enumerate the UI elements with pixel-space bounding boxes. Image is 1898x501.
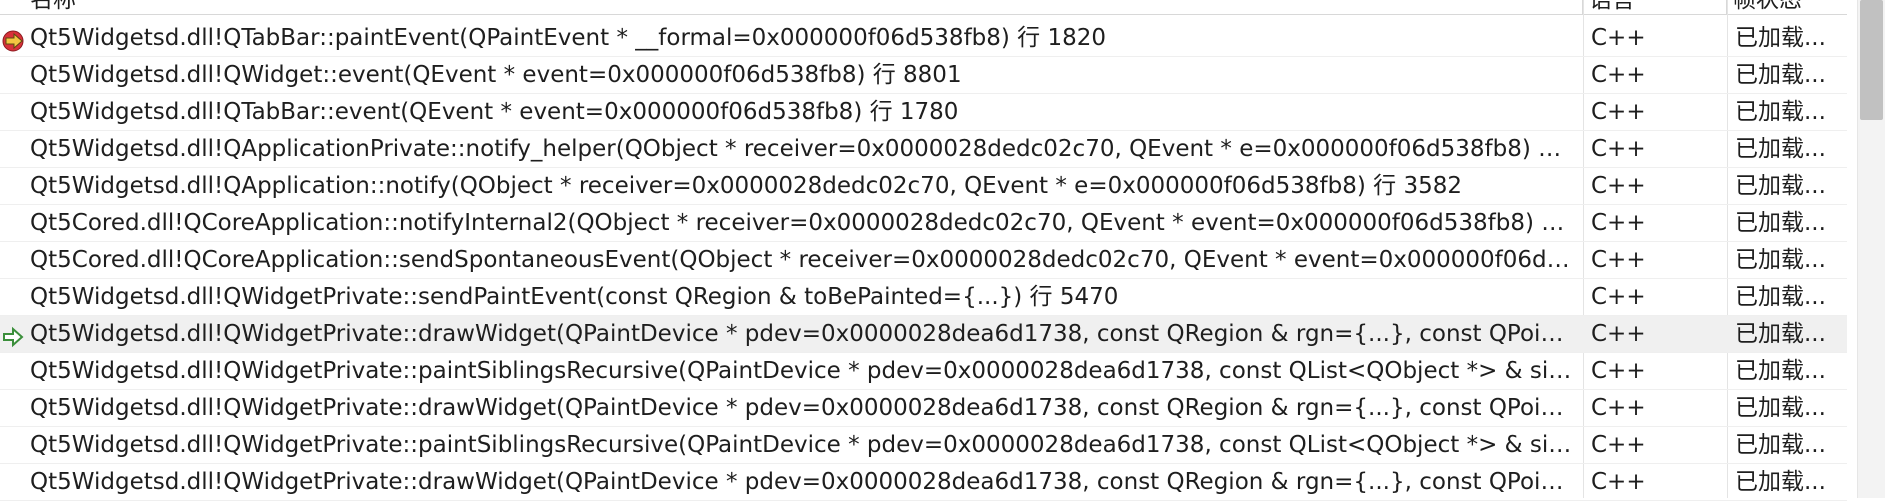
call-stack-window: 名称 语言 帧状态 Qt5Widgetsd.dll!QTabBar::paint…	[0, 0, 1898, 501]
frame-indicator	[0, 353, 30, 389]
call-stack-frame-row[interactable]: Qt5Widgetsd.dll!QWidgetPrivate::drawWidg…	[0, 464, 1847, 501]
frame-name: Qt5Widgetsd.dll!QWidgetPrivate::paintSib…	[30, 358, 1583, 384]
frame-name: Qt5Widgetsd.dll!QApplication::notify(QOb…	[30, 173, 1462, 199]
frame-indicator	[0, 427, 30, 463]
frame-status: 已加载...	[1735, 321, 1826, 347]
frame-name: Qt5Widgetsd.dll!QWidgetPrivate::drawWidg…	[30, 321, 1583, 347]
frame-status: 已加载...	[1735, 210, 1826, 236]
frame-indicator	[0, 316, 30, 352]
caller-arrow-icon	[2, 323, 26, 348]
column-header-language[interactable]: 语言	[1583, 0, 1727, 14]
scrollbar-thumb[interactable]	[1860, 0, 1883, 120]
frame-language: C++	[1591, 136, 1646, 162]
frame-status: 已加载...	[1735, 469, 1826, 495]
column-header-frame-status[interactable]: 帧状态	[1727, 0, 1847, 14]
frame-indicator	[0, 279, 30, 315]
frame-name: Qt5Widgetsd.dll!QWidgetPrivate::sendPain…	[30, 284, 1119, 310]
frame-language: C++	[1591, 173, 1646, 199]
frame-name: Qt5Widgetsd.dll!QWidgetPrivate::drawWidg…	[30, 395, 1583, 421]
frame-name: Qt5Widgetsd.dll!QApplicationPrivate::not…	[30, 136, 1583, 162]
frame-language: C++	[1591, 247, 1646, 273]
current-instruction-arrow-icon	[2, 27, 26, 52]
frame-status: 已加载...	[1735, 99, 1826, 125]
call-stack-frame-row[interactable]: Qt5Widgetsd.dll!QWidgetPrivate::paintSib…	[0, 353, 1847, 390]
frame-status: 已加载...	[1735, 395, 1826, 421]
call-stack-frame-row[interactable]: Qt5Cored.dll!QCoreApplication::sendSpont…	[0, 242, 1847, 279]
call-stack-frame-row[interactable]: Qt5Widgetsd.dll!QWidgetPrivate::sendPain…	[0, 279, 1847, 316]
call-stack-frame-row[interactable]: Qt5Widgetsd.dll!QWidgetPrivate::paintSib…	[0, 427, 1847, 464]
column-header-bar: 名称 语言 帧状态	[0, 0, 1847, 15]
call-stack-frame-row[interactable]: Qt5Cored.dll!QCoreApplication::notifyInt…	[0, 205, 1847, 242]
frame-indicator	[0, 242, 30, 278]
frame-status: 已加载...	[1735, 173, 1826, 199]
column-header-name[interactable]: 名称	[0, 0, 1583, 14]
frame-language: C++	[1591, 432, 1646, 458]
frame-name: Qt5Widgetsd.dll!QTabBar::paintEvent(QPai…	[30, 25, 1107, 51]
frame-name: Qt5Widgetsd.dll!QWidgetPrivate::paintSib…	[30, 432, 1583, 458]
frame-language: C++	[1591, 210, 1646, 236]
frame-indicator	[0, 20, 30, 56]
frame-status: 已加载...	[1735, 432, 1826, 458]
frame-language: C++	[1591, 395, 1646, 421]
frame-name: Qt5Cored.dll!QCoreApplication::sendSpont…	[30, 247, 1583, 273]
frame-indicator	[0, 464, 30, 500]
call-stack-list: Qt5Widgetsd.dll!QTabBar::paintEvent(QPai…	[0, 20, 1847, 501]
frame-indicator	[0, 168, 30, 204]
frame-status: 已加载...	[1735, 247, 1826, 273]
frame-language: C++	[1591, 469, 1646, 495]
frame-status: 已加载...	[1735, 358, 1826, 384]
vertical-scrollbar[interactable]	[1857, 0, 1885, 498]
call-stack-frame-row[interactable]: Qt5Widgetsd.dll!QTabBar::paintEvent(QPai…	[0, 20, 1847, 57]
frame-indicator	[0, 131, 30, 167]
frame-language: C++	[1591, 358, 1646, 384]
call-stack-frame-row[interactable]: Qt5Widgetsd.dll!QApplicationPrivate::not…	[0, 131, 1847, 168]
frame-name: Qt5Widgetsd.dll!QWidget::event(QEvent * …	[30, 62, 962, 88]
frame-language: C++	[1591, 25, 1646, 51]
frame-indicator	[0, 205, 30, 241]
frame-language: C++	[1591, 62, 1646, 88]
frame-name: Qt5Cored.dll!QCoreApplication::notifyInt…	[30, 210, 1583, 236]
frame-indicator	[0, 57, 30, 93]
frame-language: C++	[1591, 284, 1646, 310]
frame-name: Qt5Widgetsd.dll!QWidgetPrivate::drawWidg…	[30, 469, 1583, 495]
frame-name: Qt5Widgetsd.dll!QTabBar::event(QEvent * …	[30, 99, 959, 125]
frame-language: C++	[1591, 99, 1646, 125]
call-stack-frame-row[interactable]: Qt5Widgetsd.dll!QWidgetPrivate::drawWidg…	[0, 390, 1847, 427]
frame-status: 已加载...	[1735, 136, 1826, 162]
frame-status: 已加载...	[1735, 62, 1826, 88]
frame-indicator	[0, 390, 30, 426]
frame-status: 已加载...	[1735, 25, 1826, 51]
frame-language: C++	[1591, 321, 1646, 347]
call-stack-frame-row[interactable]: Qt5Widgetsd.dll!QTabBar::event(QEvent * …	[0, 94, 1847, 131]
frame-status: 已加载...	[1735, 284, 1826, 310]
frame-indicator	[0, 94, 30, 130]
call-stack-frame-row[interactable]: Qt5Widgetsd.dll!QApplication::notify(QOb…	[0, 168, 1847, 205]
call-stack-frame-row[interactable]: Qt5Widgetsd.dll!QWidgetPrivate::drawWidg…	[0, 316, 1847, 353]
call-stack-frame-row[interactable]: Qt5Widgetsd.dll!QWidget::event(QEvent * …	[0, 57, 1847, 94]
